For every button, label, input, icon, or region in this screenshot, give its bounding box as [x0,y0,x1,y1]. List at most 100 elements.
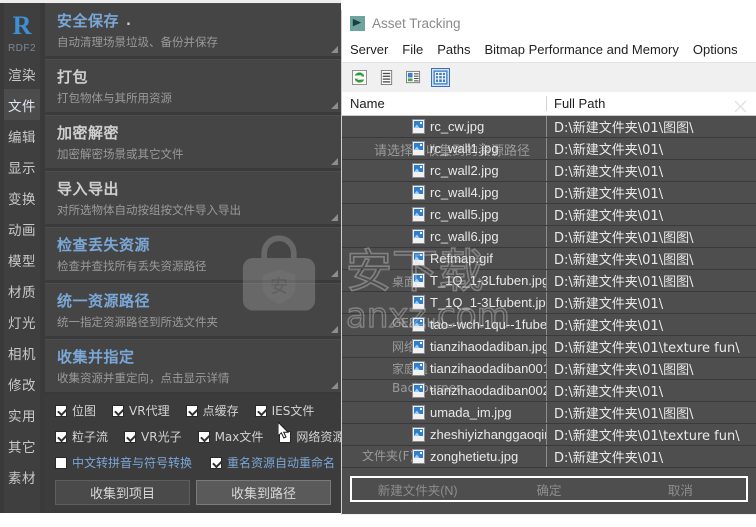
collect-button-0[interactable]: 收集到项目 [55,480,190,505]
sidebar-item-8[interactable]: 灯光 [4,306,40,337]
refresh-icon[interactable] [350,68,369,87]
table-row[interactable]: T_1Q_1-3Lfubent.jpg D:\新建文件夹\01\ [342,292,756,314]
table-row[interactable]: rc_wall6.jpg D:\新建文件夹\01\图图\ [342,226,756,248]
checkbox-option[interactable]: Max文件 [197,428,263,445]
cell-name: tao--wch-1qu--1fuben… [342,314,547,335]
collect-button-1[interactable]: 收集到路径 [196,480,331,505]
thumbnail-view-icon[interactable] [404,68,423,87]
resize-corner-icon[interactable] [331,270,338,277]
checkbox-label: 位图 [72,404,97,418]
panel-card-0[interactable]: 安全保存. 自动清理场景垃圾、备份并保存 [45,3,341,56]
cell-name-label: T_1Q_1-3Lfubent.jpg [430,295,547,310]
table-row[interactable]: rc_wall1.jpg D:\新建文件夹\01\ [342,138,756,160]
panel-card-1[interactable]: 打包 打包物体与其所用资源 [45,59,341,112]
table-row[interactable]: rc_wall5.jpg D:\新建文件夹\01\ [342,204,756,226]
table-row[interactable]: tao--wch-1qu--1fuben… D:\新建文件夹\01\ [342,314,756,336]
checkbox-option[interactable]: VR代理 [112,402,170,419]
column-header-name[interactable]: Name [342,96,547,111]
table-row[interactable]: Refmap.gif D:\新建文件夹\01\图图\ [342,248,756,270]
cell-full-path: D:\新建文件夹\01\ [554,451,664,466]
image-file-icon [412,295,425,310]
menu-item-0[interactable]: Server [350,42,388,57]
table-row[interactable]: T_1Q_1-3Lfuben.jpg D:\新建文件夹\01\图图\ [342,270,756,292]
cell-full-path: D:\新建文件夹\01\ [554,187,664,202]
checkbox-option[interactable]: VR光子 [124,428,182,445]
sidebar-item-12[interactable]: 其它 [4,430,40,461]
checkbox-box[interactable] [55,456,67,469]
checkbox-option[interactable]: 重名资源自动重命名 [210,454,335,471]
checkbox-box[interactable] [210,456,223,469]
resize-corner-icon[interactable] [331,326,338,333]
panel-card-title: 检查丢失资源 [57,236,151,254]
sidebar-item-0[interactable]: 渲染 [4,58,40,89]
sidebar-item-1[interactable]: 文件 [4,89,40,120]
checkbox-label: 网络资源 [296,430,341,444]
table-row[interactable]: umada_im.jpg D:\新建文件夹\01\图图\ [342,402,756,424]
checkbox-option[interactable]: IES文件 [254,402,314,419]
column-header-full-path[interactable]: Full Path [547,96,756,113]
checkbox-box[interactable] [55,404,67,417]
panel-card-6[interactable]: 收集并指定 收集资源并重定向，点击显示详情 [45,339,341,392]
sidebar-item-5[interactable]: 动画 [4,213,40,244]
table-row[interactable]: tianzihaodadiban.jpg D:\新建文件夹\01\texture … [342,336,756,358]
table-row[interactable]: rc_wall2.jpg D:\新建文件夹\01\ [342,160,756,182]
resize-corner-icon[interactable] [331,158,338,165]
table-row[interactable]: zheshiyizhanggaoqing… D:\新建文件夹\01\texture… [342,424,756,446]
menu-item-4[interactable]: Options [693,42,738,57]
checkbox-box[interactable] [185,404,198,417]
panel-card-5[interactable]: 统一资源路径 统一指定资源路径到所选文件夹 [45,283,341,336]
resize-corner-icon[interactable] [331,102,338,109]
sidebar-item-10[interactable]: 修改 [4,368,40,399]
panel-card-2[interactable]: 加密解密 加密解密场景或其它文件 [45,115,341,168]
resize-corner-icon[interactable] [331,382,338,389]
menu-item-2[interactable]: Paths [437,42,470,57]
grid-view-icon[interactable] [431,68,450,87]
sidebar-item-6[interactable]: 模型 [4,244,40,275]
table-row[interactable]: tianzihaodadiban002.j… D:\新建文件夹\01\ [342,380,756,402]
sidebar-item-label: 文件 [8,98,36,115]
panel-card-4[interactable]: 检查丢失资源检查并查找所有丢失资源路径 [45,227,341,280]
asset-table-body[interactable]: 请选择要收集到的资源路径 桌面 GED (H:) 网络 家庭组 Backburn… [342,116,756,468]
cell-name: zheshiyizhanggaoqing… [342,424,547,445]
panel-card-desc: 检查并查找所有丢失资源路径 [57,259,207,273]
sidebar-item-13[interactable]: 素材 [4,461,40,492]
checkbox-option[interactable]: 中文转拼音与符号转换 [55,454,192,471]
sidebar-item-9[interactable]: 相机 [4,337,40,368]
checkbox-option[interactable]: 位图 [55,402,96,419]
checkbox-option[interactable]: 粒子流 [55,428,108,445]
checkbox-box[interactable] [55,430,67,443]
checkbox-label: VR代理 [129,404,170,418]
sidebar-item-label: 相机 [8,346,36,363]
checkbox-box[interactable] [254,404,267,417]
asset-tracking-toolbar [342,62,756,92]
list-view-icon[interactable] [377,68,396,87]
resize-corner-icon[interactable] [331,214,338,221]
resize-corner-icon[interactable] [331,46,338,53]
cell-full-path: D:\新建文件夹\01\ [554,385,664,400]
sidebar-item-4[interactable]: 变换 [4,182,40,213]
table-row[interactable]: rc_wall4.jpg D:\新建文件夹\01\ [342,182,756,204]
sidebar-item-7[interactable]: 材质 [4,275,40,306]
image-file-icon [412,141,425,156]
panel-card-title: 加密解密 [57,124,120,142]
menu-item-3[interactable]: Bitmap Performance and Memory [485,42,679,57]
asset-tracking-menubar[interactable]: Server File Paths Bitmap Performance and Me… [342,37,756,62]
checkbox-box[interactable] [112,404,125,417]
screen: R RDF2 渲染 文件 编辑 显示 变换 动画 模型 材质 灯光 相机 修改 实用 其它 素材 安全保存… [0,0,756,527]
sidebar-item-2[interactable]: 编辑 [4,120,40,151]
sidebar-item-label: 模型 [8,253,36,270]
sidebar-item-11[interactable]: 实用 [4,399,40,430]
panel-card-3[interactable]: 导入导出 对所选物体自动按组按文件导入导出 [45,171,341,224]
menu-item-1[interactable]: File [402,42,423,57]
cell-full-path: D:\新建文件夹\01\texture fun\ [554,341,740,356]
table-row[interactable]: rc_cw.jpg D:\新建文件夹\01\图图\ [342,116,756,138]
checkbox-box[interactable] [197,430,210,443]
table-row[interactable]: zonghetietu.jpg D:\新建文件夹\01\ [342,446,756,468]
checkbox-option[interactable]: 点缓存 [185,402,239,419]
table-row[interactable]: tianzihaodadiban001.j… D:\新建文件夹\01\图图\ [342,358,756,380]
sidebar-item-3[interactable]: 显示 [4,151,40,182]
checkbox-box[interactable] [124,430,137,443]
close-icon[interactable] [734,100,747,113]
cell-name: rc_wall2.jpg [342,160,547,181]
image-file-icon [412,361,425,376]
